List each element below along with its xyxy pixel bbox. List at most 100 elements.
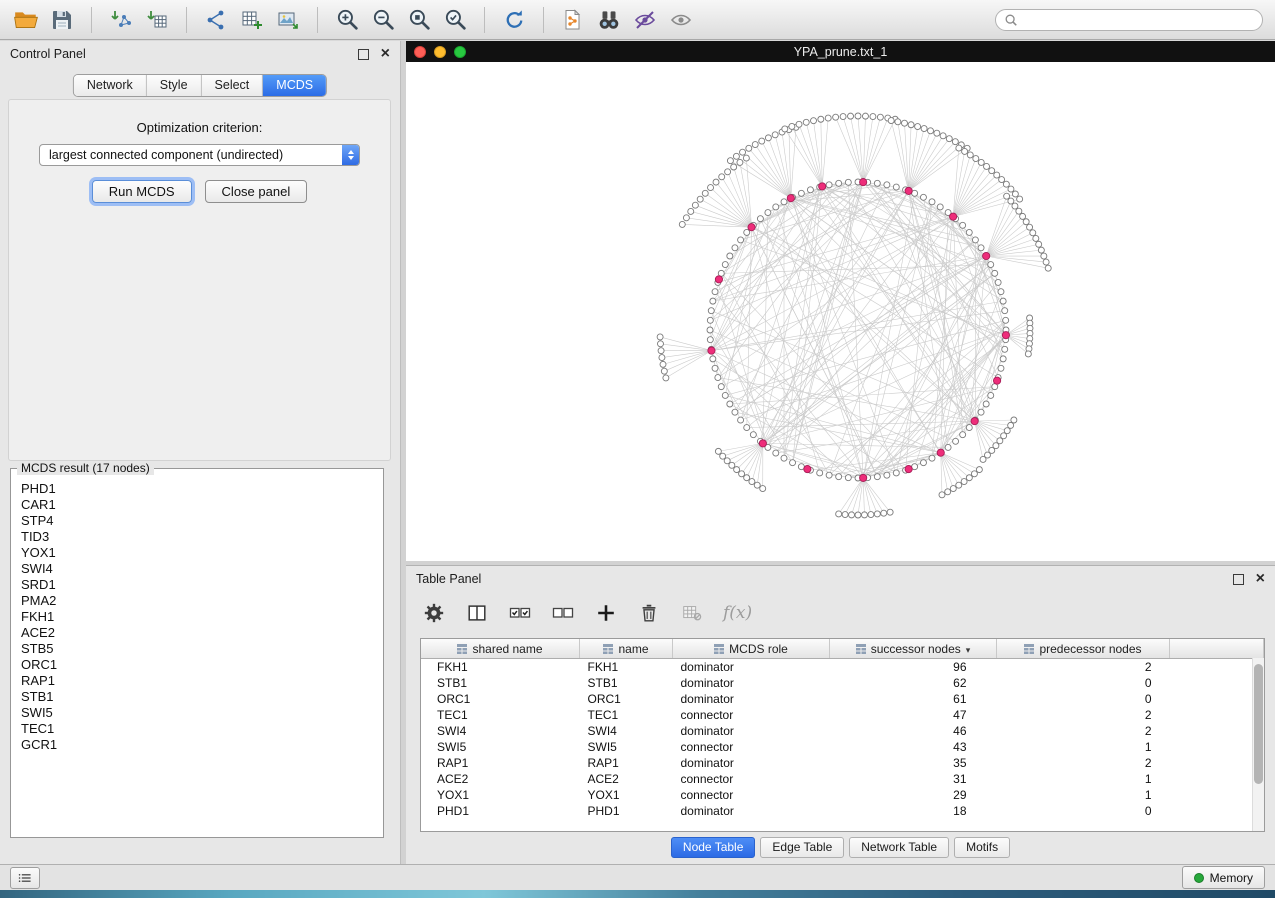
- search-network-button[interactable]: [595, 6, 623, 34]
- table-cell-mcds_role[interactable]: dominator: [673, 675, 830, 691]
- add-row-button[interactable]: [594, 601, 618, 625]
- network-canvas-svg[interactable]: [406, 62, 1275, 561]
- table-cell-successor_nodes[interactable]: 96: [830, 659, 997, 676]
- open-file-button[interactable]: [12, 6, 40, 34]
- table-cell-shared_name[interactable]: TEC1: [421, 707, 580, 723]
- table-cell-mcds_role[interactable]: dominator: [673, 755, 830, 771]
- table-cell-successor_nodes[interactable]: 43: [830, 739, 997, 755]
- table-cell-name[interactable]: FKH1: [580, 659, 673, 676]
- table-cell-shared_name[interactable]: FKH1: [421, 659, 580, 676]
- result-node[interactable]: STB1: [21, 689, 381, 705]
- table-cell-successor_nodes[interactable]: 61: [830, 691, 997, 707]
- table-cell-shared_name[interactable]: RAP1: [421, 755, 580, 771]
- table-cell-name[interactable]: STB1: [580, 675, 673, 691]
- result-node[interactable]: ORC1: [21, 657, 381, 673]
- zoom-out-button[interactable]: [369, 6, 397, 34]
- criterion-dropdown[interactable]: largest connected component (undirected): [39, 144, 360, 166]
- result-node[interactable]: ACE2: [21, 625, 381, 641]
- zoom-selected-button[interactable]: [441, 6, 469, 34]
- table-row[interactable]: ORC1ORC1dominator610: [421, 691, 1264, 707]
- show-graphics-details-button[interactable]: [667, 6, 695, 34]
- result-node[interactable]: TEC1: [21, 721, 381, 737]
- result-node[interactable]: STB5: [21, 641, 381, 657]
- table-cell-predecessor_nodes[interactable]: 0: [997, 803, 1170, 819]
- result-node[interactable]: FKH1: [21, 609, 381, 625]
- tab-mcds[interactable]: MCDS: [263, 75, 326, 96]
- tab-style[interactable]: Style: [147, 75, 202, 96]
- result-node[interactable]: GCR1: [21, 737, 381, 753]
- maximize-window-icon[interactable]: [454, 46, 466, 58]
- table-cell-successor_nodes[interactable]: 47: [830, 707, 997, 723]
- table-cell-mcds_role[interactable]: connector: [673, 771, 830, 787]
- table-cell-name[interactable]: SWI5: [580, 739, 673, 755]
- result-node[interactable]: SRD1: [21, 577, 381, 593]
- main-search-box[interactable]: [995, 9, 1263, 31]
- table-cell-successor_nodes[interactable]: 31: [830, 771, 997, 787]
- result-node[interactable]: YOX1: [21, 545, 381, 561]
- table-cell-predecessor_nodes[interactable]: 0: [997, 675, 1170, 691]
- close-panel-icon[interactable]: ×: [1256, 573, 1265, 585]
- tab-edge-table[interactable]: Edge Table: [760, 837, 844, 858]
- table-cell-shared_name[interactable]: ORC1: [421, 691, 580, 707]
- column-header-shared-name[interactable]: shared name: [421, 639, 580, 659]
- save-button[interactable]: [48, 6, 76, 34]
- table-row[interactable]: PHD1PHD1dominator180: [421, 803, 1264, 819]
- table-row[interactable]: RAP1RAP1dominator352: [421, 755, 1264, 771]
- table-cell-successor_nodes[interactable]: 35: [830, 755, 997, 771]
- import-network-from-file-button[interactable]: [107, 6, 135, 34]
- close-panel-icon[interactable]: ×: [381, 48, 390, 60]
- status-menu-button[interactable]: [10, 867, 40, 889]
- table-cell-name[interactable]: RAP1: [580, 755, 673, 771]
- tab-network-table[interactable]: Network Table: [849, 837, 949, 858]
- table-cell-mcds_role[interactable]: dominator: [673, 659, 830, 676]
- table-cell-predecessor_nodes[interactable]: 2: [997, 707, 1170, 723]
- table-cell-name[interactable]: ACE2: [580, 771, 673, 787]
- table-cell-predecessor_nodes[interactable]: 0: [997, 691, 1170, 707]
- table-cell-name[interactable]: SWI4: [580, 723, 673, 739]
- table-cell-name[interactable]: YOX1: [580, 787, 673, 803]
- result-node[interactable]: SWI4: [21, 561, 381, 577]
- column-header-MCDS-role[interactable]: MCDS role: [673, 639, 830, 659]
- table-cell-successor_nodes[interactable]: 46: [830, 723, 997, 739]
- sort-desc-icon[interactable]: ▾: [966, 645, 971, 655]
- new-network-button[interactable]: [202, 6, 230, 34]
- table-cell-name[interactable]: TEC1: [580, 707, 673, 723]
- result-node[interactable]: STP4: [21, 513, 381, 529]
- close-window-icon[interactable]: [414, 46, 426, 58]
- table-cell-predecessor_nodes[interactable]: 2: [997, 723, 1170, 739]
- result-node[interactable]: PMA2: [21, 593, 381, 609]
- table-scrollbar-thumb[interactable]: [1254, 664, 1263, 784]
- show-columns-button[interactable]: [465, 601, 489, 625]
- table-cell-predecessor_nodes[interactable]: 1: [997, 771, 1170, 787]
- table-cell-successor_nodes[interactable]: 62: [830, 675, 997, 691]
- table-cell-shared_name[interactable]: ACE2: [421, 771, 580, 787]
- table-row[interactable]: SWI4SWI4dominator462: [421, 723, 1264, 739]
- table-cell-predecessor_nodes[interactable]: 2: [997, 755, 1170, 771]
- table-scrollbar[interactable]: [1252, 658, 1264, 831]
- column-header-predecessor-nodes[interactable]: predecessor nodes: [997, 639, 1170, 659]
- table-cell-shared_name[interactable]: PHD1: [421, 803, 580, 819]
- table-cell-shared_name[interactable]: YOX1: [421, 787, 580, 803]
- table-cell-name[interactable]: PHD1: [580, 803, 673, 819]
- table-row[interactable]: FKH1FKH1dominator962: [421, 659, 1264, 676]
- table-cell-mcds_role[interactable]: dominator: [673, 803, 830, 819]
- table-cell-shared_name[interactable]: STB1: [421, 675, 580, 691]
- table-cell-mcds_role[interactable]: connector: [673, 787, 830, 803]
- table-cell-mcds_role[interactable]: dominator: [673, 723, 830, 739]
- hide-graphics-details-button[interactable]: [631, 6, 659, 34]
- network-from-document-button[interactable]: [559, 6, 587, 34]
- result-node[interactable]: PHD1: [21, 481, 381, 497]
- column-header-successor-nodes[interactable]: successor nodes▾: [830, 639, 997, 659]
- zoom-fit-button[interactable]: [405, 6, 433, 34]
- tab-network[interactable]: Network: [74, 75, 147, 96]
- tab-node-table[interactable]: Node Table: [671, 837, 756, 858]
- export-image-button[interactable]: [274, 6, 302, 34]
- result-node[interactable]: RAP1: [21, 673, 381, 689]
- table-cell-successor_nodes[interactable]: 29: [830, 787, 997, 803]
- close-panel-button[interactable]: Close panel: [205, 180, 308, 203]
- table-cell-successor_nodes[interactable]: 18: [830, 803, 997, 819]
- table-cell-predecessor_nodes[interactable]: 1: [997, 739, 1170, 755]
- table-row[interactable]: ACE2ACE2connector311: [421, 771, 1264, 787]
- new-table-button[interactable]: [238, 6, 266, 34]
- table-row[interactable]: STB1STB1dominator620: [421, 675, 1264, 691]
